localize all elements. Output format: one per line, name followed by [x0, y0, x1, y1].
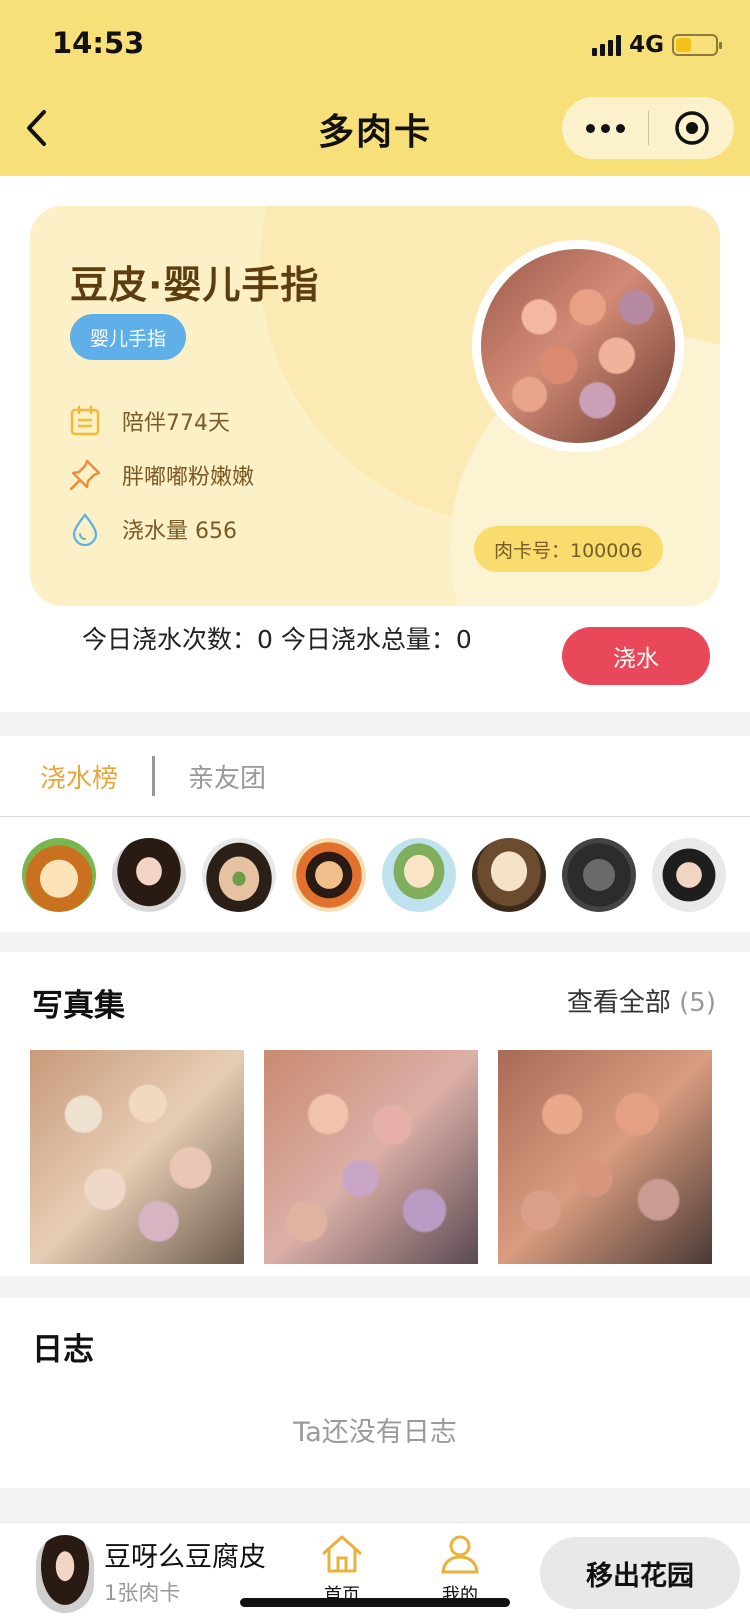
avatar[interactable]: [562, 838, 636, 912]
avatar[interactable]: [652, 838, 726, 912]
diary-title: 日志: [32, 1332, 94, 1368]
signal-icon: [592, 34, 622, 56]
plant-description: 胖嘟嘟粉嫩嫩: [122, 465, 255, 490]
photo-thumbnail[interactable]: [30, 1050, 244, 1264]
view-all-label: 查看全部: [566, 988, 671, 1018]
tab-watering-ranking[interactable]: 浇水榜: [40, 758, 118, 795]
diary-section: 日志 Ta还没有日志: [0, 1298, 750, 1488]
owner-card-count: 1张肉卡: [104, 1581, 181, 1605]
avatar[interactable]: [382, 838, 456, 912]
avatar[interactable]: [112, 838, 186, 912]
water-amount-row: 浇水量 656: [68, 512, 237, 546]
avatar[interactable]: [202, 838, 276, 912]
photo-album-section: 写真集 查看全部 (5): [0, 952, 750, 1276]
ranking-section: 浇水榜 亲友团: [0, 736, 750, 932]
variety-tag[interactable]: 婴儿手指: [70, 314, 187, 360]
mini-program-capsule: [562, 97, 734, 159]
photo-thumbnails: [30, 1050, 712, 1264]
user-icon: [441, 1535, 479, 1574]
view-all-link[interactable]: 查看全部 (5): [567, 982, 716, 1019]
dot-icon: [585, 123, 595, 133]
remove-from-garden-button[interactable]: 移出花园: [540, 1537, 740, 1609]
dot-icon: [615, 123, 625, 133]
tab-divider: [152, 756, 155, 796]
plant-name: 豆皮·婴儿手指: [70, 263, 320, 307]
dot-icon: [600, 123, 610, 133]
battery-icon: [672, 34, 722, 56]
today-watering-summary: 今日浇水次数：0 今日浇水总量：0: [82, 625, 472, 654]
nav-mine[interactable]: 我的: [430, 1533, 490, 1607]
description-row: 胖嘟嘟粉嫩嫩: [68, 458, 254, 492]
tab-friends-group[interactable]: 亲友团: [188, 758, 266, 795]
card-number-badge: 肉卡号：100006: [474, 526, 663, 572]
companion-row: 陪伴774天: [68, 404, 230, 438]
network-type: 4G: [629, 32, 664, 58]
bottom-bar: 豆呀么豆腐皮 1张肉卡 首页 我的 移出花园: [0, 1522, 750, 1624]
avatar[interactable]: [22, 838, 96, 912]
avatar[interactable]: [472, 838, 546, 912]
home-icon: [322, 1535, 362, 1573]
home-indicator: [240, 1598, 510, 1607]
status-time: 14:53: [52, 26, 145, 60]
water-amount: 浇水量 656: [122, 519, 237, 544]
close-mini-program-button[interactable]: [649, 97, 734, 159]
water-button[interactable]: 浇水: [562, 627, 710, 685]
album-title: 写真集: [32, 988, 125, 1024]
owner-name[interactable]: 豆呀么豆腐皮: [104, 1535, 266, 1574]
calendar-icon: [68, 404, 102, 438]
tabs-underline: [0, 816, 750, 817]
status-indicators: 4G: [592, 30, 722, 60]
photo-count: (5): [679, 988, 716, 1018]
owner-avatar[interactable]: [36, 1535, 94, 1613]
pin-icon: [68, 458, 102, 492]
photo-thumbnail[interactable]: [264, 1050, 478, 1264]
water-drop-icon: [68, 512, 102, 546]
avatar[interactable]: [292, 838, 366, 912]
target-icon: [674, 111, 709, 145]
top-bar: 14:53 4G 多肉卡: [0, 0, 750, 176]
avatar-list: [22, 838, 726, 912]
plant-card: 豆皮·婴儿手指 婴儿手指 陪伴774天 胖嘟嘟粉嫩嫩 浇水量 656 肉卡号：1…: [30, 206, 720, 606]
companion-days: 陪伴774天: [122, 411, 230, 436]
battery-level: [676, 38, 692, 52]
plant-photo[interactable]: [472, 240, 684, 452]
diary-empty-text: Ta还没有日志: [293, 1417, 457, 1448]
plant-image: [481, 249, 675, 443]
more-button[interactable]: [562, 97, 648, 159]
nav-home[interactable]: 首页: [312, 1533, 372, 1607]
photo-thumbnail[interactable]: [498, 1050, 712, 1264]
